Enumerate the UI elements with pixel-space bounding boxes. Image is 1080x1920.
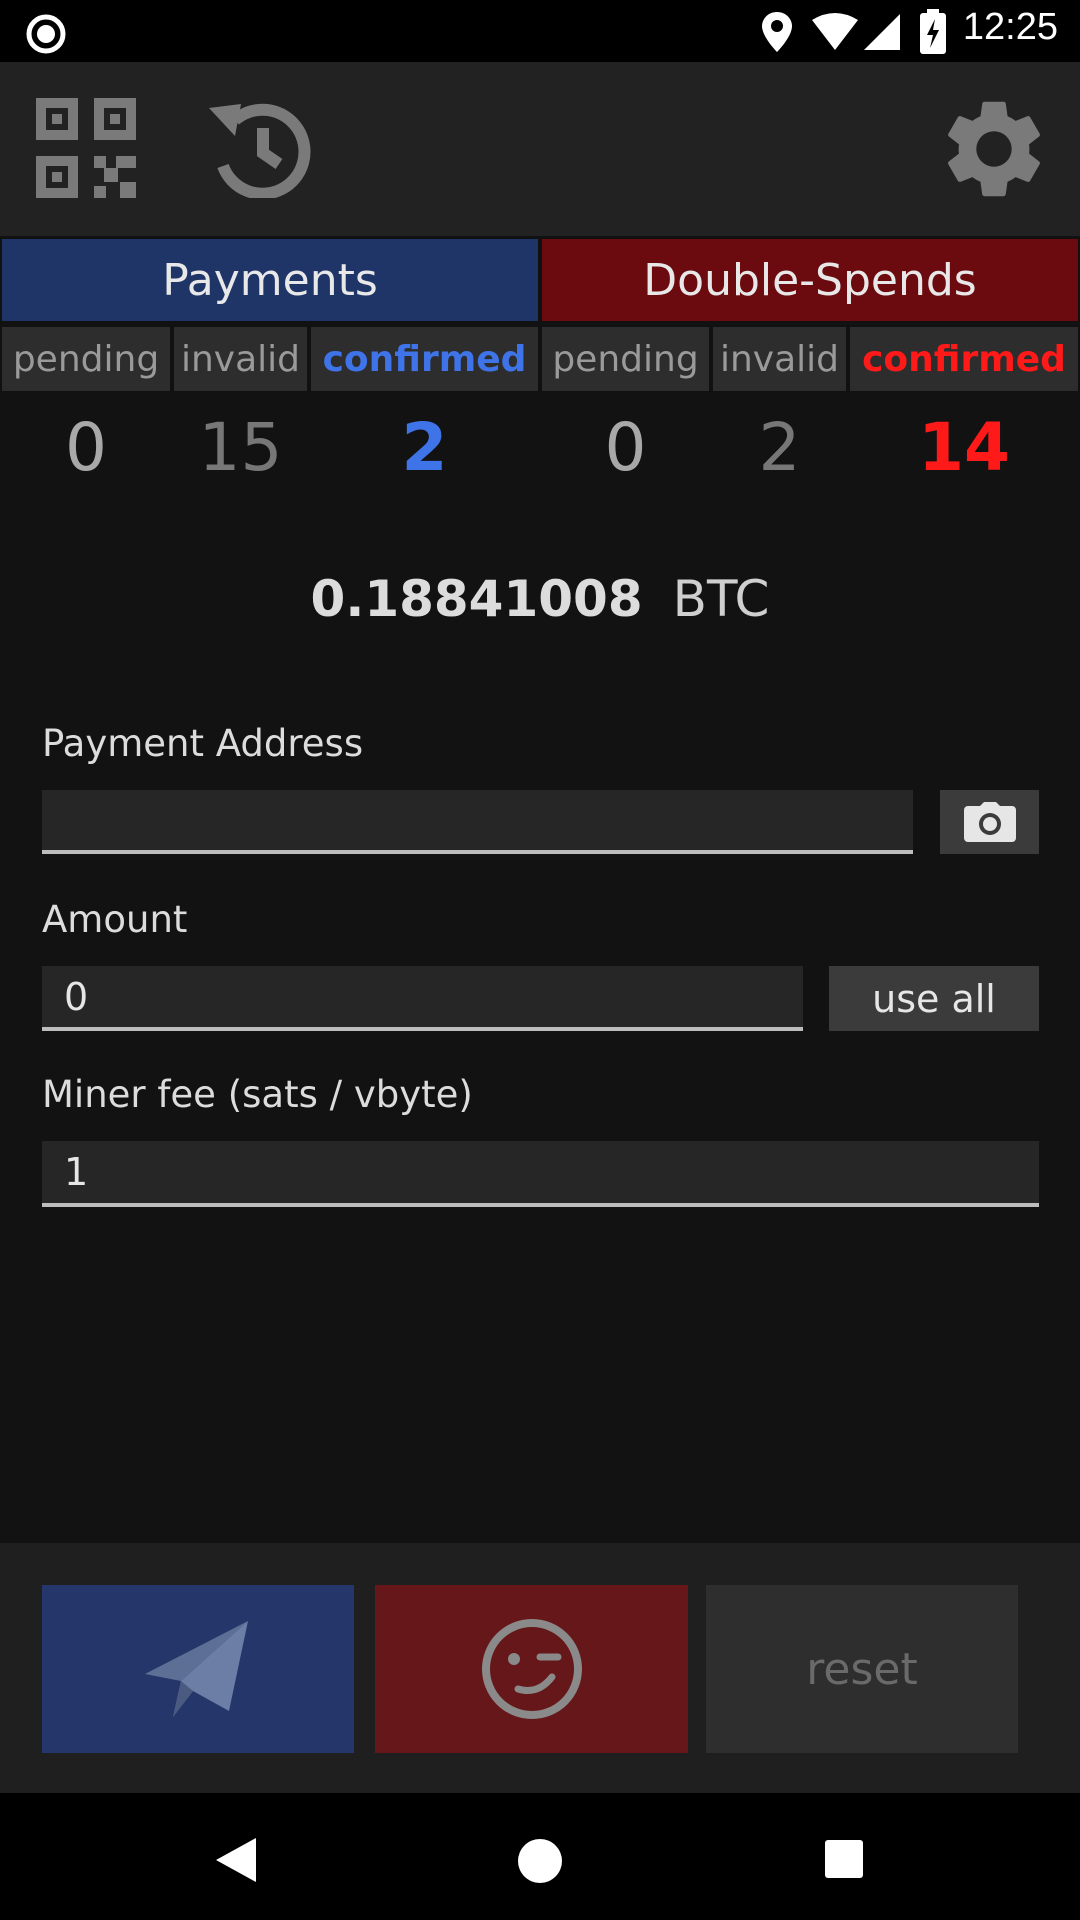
location-icon [762, 12, 792, 52]
balance: 0.18841008 BTC [0, 570, 1080, 628]
subtab-payments-pending[interactable]: pending [0, 325, 172, 393]
gear-icon[interactable] [935, 90, 1053, 208]
use-all-button[interactable]: use all [829, 966, 1039, 1031]
record-icon [26, 14, 66, 54]
balance-unit: BTC [672, 570, 770, 628]
battery-charging-icon [920, 9, 946, 54]
scan-address-button[interactable] [940, 790, 1039, 854]
subtab-double-spends-pending[interactable]: pending [540, 325, 711, 393]
tab-double-spends[interactable]: Double-Spends [540, 237, 1080, 323]
reset-button[interactable]: reset [706, 1585, 1018, 1753]
home-icon[interactable] [516, 1837, 564, 1885]
status-time: 12:25 [962, 6, 1058, 48]
recents-icon[interactable] [823, 1838, 865, 1880]
subtab-payments-confirmed[interactable]: confirmed [309, 325, 540, 393]
signal-icon [864, 14, 900, 50]
count-payments-pending: 0 [65, 408, 107, 486]
count-payments-confirmed: 2 [401, 408, 448, 486]
miner-fee-input[interactable]: 1 [42, 1141, 1039, 1207]
history-icon[interactable] [205, 98, 313, 198]
wifi-icon [812, 13, 858, 50]
camera-icon [963, 802, 1016, 842]
wink-face-icon [481, 1619, 582, 1719]
paper-plane-icon [145, 1621, 248, 1717]
double-spend-button[interactable] [375, 1585, 688, 1753]
back-icon[interactable] [214, 1836, 258, 1884]
subtab-double-spends-invalid[interactable]: invalid [711, 325, 848, 393]
top-toolbar [0, 62, 1080, 236]
payment-address-label: Payment Address [42, 722, 364, 765]
miner-fee-label: Miner fee (sats / vbyte) [42, 1073, 473, 1116]
subtab-payments-invalid[interactable]: invalid [172, 325, 309, 393]
count-double-spends-pending: 0 [604, 408, 647, 486]
amount-label: Amount [42, 898, 188, 941]
amount-input[interactable]: 0 [42, 966, 803, 1031]
subtab-double-spends-confirmed[interactable]: confirmed [848, 325, 1080, 393]
status-bar: 12:25 [0, 0, 1080, 62]
count-double-spends-confirmed: 14 [918, 408, 1010, 486]
count-double-spends-invalid: 2 [758, 408, 801, 486]
send-button[interactable] [42, 1585, 354, 1753]
balance-amount: 0.18841008 [310, 570, 643, 628]
tab-payments[interactable]: Payments [0, 237, 540, 323]
qr-code-icon[interactable] [36, 98, 136, 198]
navigation-bar [0, 1793, 1080, 1920]
count-payments-invalid: 15 [198, 408, 283, 486]
payment-address-input[interactable] [42, 790, 913, 854]
